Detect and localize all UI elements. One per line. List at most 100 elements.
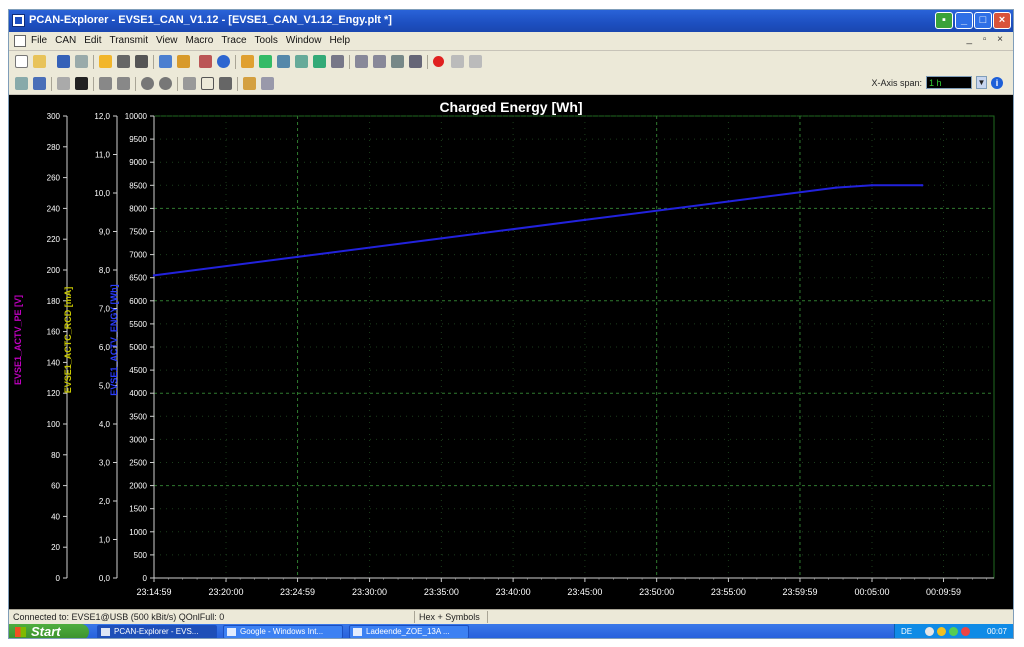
y-tick-label: 10,0 [94,189,110,198]
stop-icon[interactable] [469,55,482,68]
save-icon[interactable] [57,55,70,68]
mdi-controls[interactable]: _ ▫ × [966,34,1007,45]
open-folder-icon[interactable] [33,55,46,68]
plot-settings-icon[interactable] [15,77,28,90]
info-icon[interactable]: i [991,76,1003,89]
print-icon[interactable] [75,55,88,68]
minimize-icon[interactable]: _ [955,12,973,29]
security-icon[interactable] [937,627,946,636]
connect-icon[interactable] [99,55,112,68]
menu-help[interactable]: Help [329,35,350,46]
watch-window-icon[interactable] [295,55,308,68]
system-tray: DE 00:07 [894,624,1013,638]
y-tick-label: 8000 [129,204,147,213]
filter-icon[interactable] [135,55,148,68]
x-tick-label: 23:24:59 [280,587,315,597]
pcan-task-icon [101,628,110,636]
help-icon[interactable] [217,55,230,68]
window-tile-icon[interactable] [373,55,386,68]
window-list-icon[interactable] [409,55,422,68]
menu-view[interactable]: View [156,35,178,46]
window-arrange-icon[interactable] [391,55,404,68]
tool-icon[interactable] [199,55,212,68]
transmit-icon[interactable] [117,55,130,68]
pcan-app-icon [12,14,25,27]
maximize-icon[interactable]: □ [974,12,992,29]
crosshair-icon[interactable] [99,77,112,90]
export-icon[interactable] [261,77,274,90]
title-bar[interactable]: PCAN-Explorer - EVSE1_CAN_V1.12 - [EVSE1… [9,10,1013,32]
clock-icon[interactable] [177,55,190,68]
receive-window-icon[interactable] [241,55,254,68]
y-tick-label: 240 [47,204,61,213]
green-tray-icon[interactable]: ▪ [935,12,953,29]
y-axis-label: EVSE1_ACTV_PE [V] [13,295,23,385]
data-point [296,255,299,259]
plot-save-icon[interactable] [33,77,46,90]
zoom-out-icon[interactable] [141,77,154,90]
transmit-window-icon[interactable] [259,55,272,68]
pause-plot-icon[interactable] [75,77,88,90]
move-icon[interactable] [117,77,130,90]
start-label: Start [31,624,61,639]
record-icon[interactable] [433,56,444,67]
data-point [921,184,924,187]
select-rect-icon[interactable] [201,77,214,90]
main-toolbar [9,51,1013,74]
y-tick-label: 280 [47,143,61,152]
menu-file[interactable]: File [31,35,47,46]
plot-window-icon[interactable] [313,55,326,68]
taskbar-item-pcan[interactable]: PCAN-Explorer - EVS... [97,625,217,638]
copy-image-icon[interactable] [243,77,256,90]
window-cascade-icon[interactable] [355,55,368,68]
document-icon[interactable] [14,35,26,47]
y-tick-label: 2000 [129,482,147,491]
x-tick-label: 23:40:00 [496,587,531,597]
panel-window-icon[interactable] [331,55,344,68]
toolbar-separator [427,55,428,69]
menu-window[interactable]: Window [286,35,322,46]
y-tick-label: 4,0 [99,420,111,429]
x-tick-label: 23:45:00 [567,587,602,597]
data-point [583,218,587,222]
axis-labels: EVSE1_ACTV_PE [V] EVSE1_ACTC_RCD [mA] EVSE… [13,284,119,395]
menu-can[interactable]: CAN [55,35,76,46]
xaxis-span-input[interactable]: 1 h [926,76,972,89]
trace-window-icon[interactable] [277,55,290,68]
data-point [440,237,443,240]
toolbar-separator [349,55,350,69]
plot-area[interactable]: Charged Energy [Wh] 300 280 260 240 220 200 18… [9,95,1013,609]
chevron-down-icon[interactable]: ▼ [976,76,987,89]
toolbar-separator [153,55,154,69]
menu-tools[interactable]: Tools [255,35,278,46]
new-file-icon[interactable] [15,55,28,68]
y-tick-label: 0 [56,574,61,583]
network-icon[interactable] [925,627,934,636]
alert-icon[interactable] [961,627,970,636]
menu-macro[interactable]: Macro [186,35,214,46]
x-tick-label: 23:35:00 [424,587,459,597]
taskbar-item-browser[interactable]: Google - Windows Int... [223,625,343,638]
menu-edit[interactable]: Edit [84,35,101,46]
taskbar-item-document[interactable]: Ladeende_ZOE_13A ... [349,625,469,638]
zoom-in-icon[interactable] [159,77,172,90]
start-button[interactable]: Start [9,624,89,639]
y-tick-label: 140 [47,358,61,367]
pcan-tray-icon[interactable] [949,627,958,636]
play-icon[interactable] [57,77,70,90]
symbols-icon[interactable] [159,55,172,68]
y-tick-label: 3,0 [99,459,111,468]
y-tick-label: 6000 [129,297,147,306]
menu-trace[interactable]: Trace [221,35,246,46]
energy-chart[interactable]: Charged Energy [Wh] 30028026024022020018… [9,95,1013,609]
menu-items: File CAN Edit Transmit View Macro Trace … [31,35,350,46]
toolbar-separator [93,55,94,69]
pointer-icon[interactable] [183,77,196,90]
fit-width-icon[interactable] [219,77,232,90]
x-axis: 23:14:59 23:20:00 23:24:59 23:30:00 23:35:00… [136,577,994,597]
pause-icon[interactable] [451,55,464,68]
menu-transmit[interactable]: Transmit [109,35,148,46]
language-indicator[interactable]: DE [901,627,912,636]
close-icon[interactable]: × [993,12,1011,29]
plot-toolbar: X-Axis span: 1 h ▼ i [9,73,1013,95]
